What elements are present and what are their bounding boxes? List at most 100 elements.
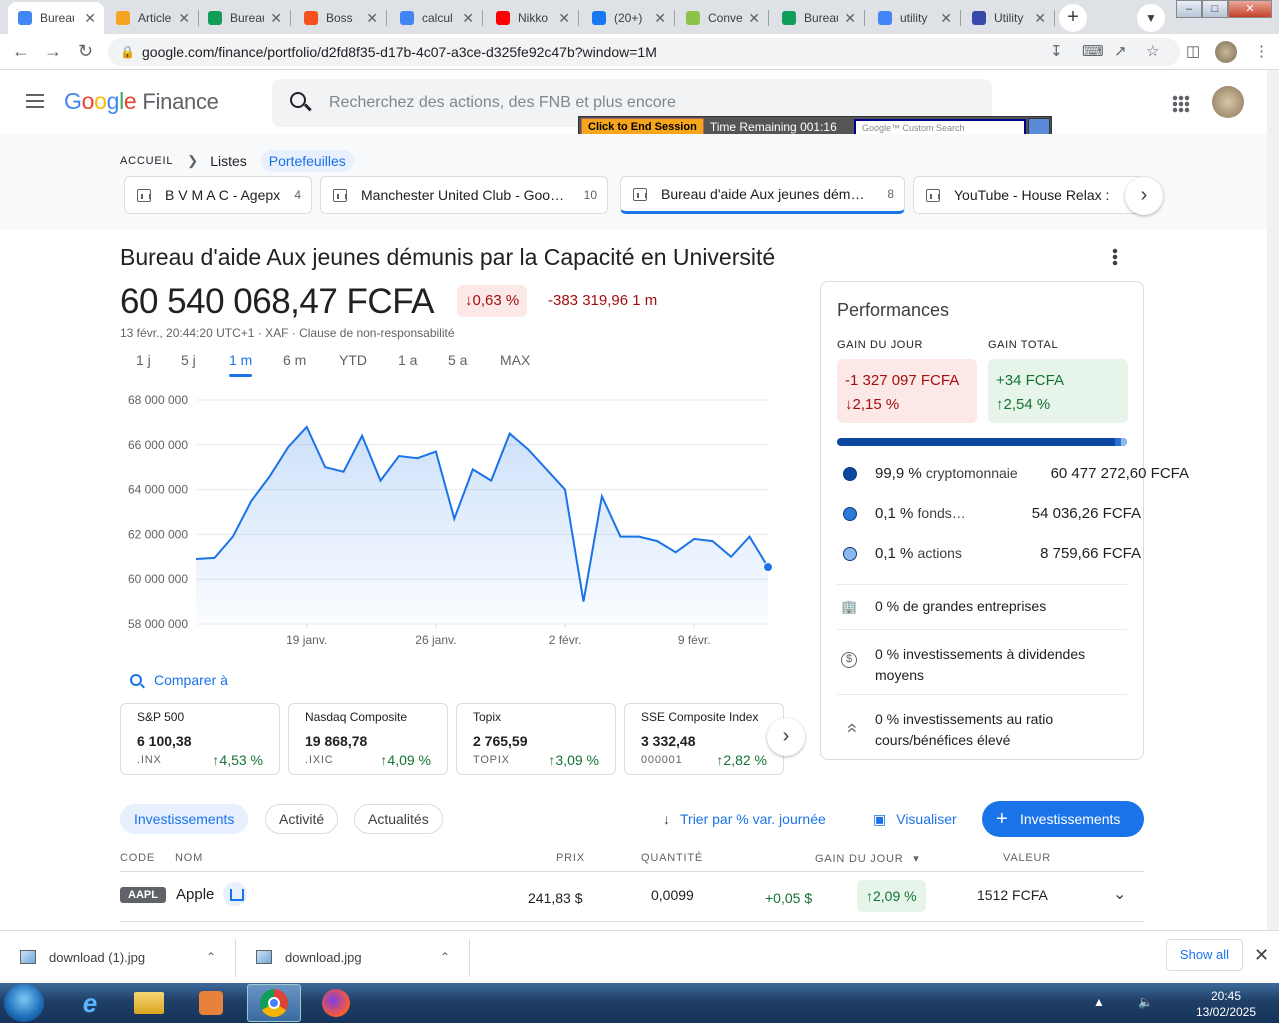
browser-menu-icon[interactable]: ⋮ (1254, 42, 1269, 60)
tab-search-button[interactable]: ▼ (1137, 4, 1165, 32)
next-indices-button[interactable]: › (767, 718, 805, 756)
tab-close-icon[interactable]: ✕ (366, 10, 378, 27)
portfolio-tab[interactable]: YouTube - House Relax : h (913, 176, 1143, 214)
browser-tab[interactable]: Bureau d'aide ✕ (8, 2, 104, 34)
portfolio-tab[interactable]: B V M A C - Agepx 4 (124, 176, 312, 214)
logo-letter: G (64, 88, 82, 114)
address-bar[interactable]: 🔒 google.com/finance/portfolio/d2fd8f35-… (108, 38, 1180, 66)
account-avatar[interactable] (1212, 86, 1244, 118)
menu-icon[interactable] (26, 94, 44, 108)
sort-button[interactable]: ↓ Trier par % var. journée (663, 811, 826, 827)
apps-grid-icon[interactable] (1172, 95, 1190, 113)
index-value: 2 765,59 (473, 733, 528, 749)
tab-close-icon[interactable]: ✕ (654, 10, 666, 27)
chart-icon[interactable] (223, 882, 247, 906)
system-clock[interactable]: 20:45 13/02/2025 (1188, 988, 1264, 1020)
range-tab[interactable]: 1 m (229, 352, 253, 377)
tab-close-icon[interactable]: ✕ (84, 10, 96, 27)
index-value: 3 332,48 (641, 733, 696, 749)
browser-tab[interactable]: Bureau ✕ (198, 4, 291, 32)
browser-tab[interactable]: Conve ✕ (676, 4, 769, 32)
tab-close-icon[interactable]: ✕ (270, 10, 282, 27)
media-player-icon[interactable] (184, 984, 238, 1022)
url-text: google.com/finance/portfolio/d2fd8f35-d1… (142, 44, 657, 60)
index-code: .IXIC (305, 754, 334, 766)
range-tab[interactable]: MAX (500, 352, 530, 368)
forward-arrow-icon[interactable]: → (44, 41, 62, 62)
chevron-up-icon[interactable]: ⌃ (206, 931, 216, 984)
side-panel-icon[interactable]: ◫ (1186, 42, 1200, 60)
add-investment-button[interactable]: + Investissements (982, 801, 1144, 837)
breadcrumb-home[interactable]: ACCUEIL (120, 155, 173, 167)
table-row[interactable]: AAPL Apple 241,83 $ 0,0099 +0,05 $ ↑2,09… (120, 872, 1144, 922)
range-tab[interactable]: 6 m (283, 352, 306, 368)
range-tab[interactable]: 1 a (398, 352, 417, 368)
next-portfolios-button[interactable]: › (1125, 177, 1163, 215)
tab-close-icon[interactable]: ✕ (178, 10, 190, 27)
portfolio-tab[interactable]: Bureau d'aide Aux jeunes dém… 8 (620, 176, 905, 214)
col-day-gain[interactable]: GAIN DU JOUR ▾ (815, 852, 920, 865)
index-change: ↑2,82 % (716, 752, 767, 768)
more-options-icon[interactable] (1112, 248, 1118, 266)
tab-close-icon[interactable]: ✕ (1034, 10, 1046, 27)
bookmark-star-icon[interactable]: ☆ (1146, 42, 1159, 60)
chevron-up-icon[interactable]: ⌃ (440, 931, 450, 984)
range-tab[interactable]: YTD (339, 352, 367, 368)
start-button[interactable] (4, 984, 44, 1022)
browser-tab[interactable]: Utility ✕ (962, 4, 1055, 32)
compare-button[interactable]: Comparer à (130, 672, 228, 688)
show-all-button[interactable]: Show all (1166, 939, 1243, 971)
tab-close-icon[interactable]: ✕ (748, 10, 760, 27)
section-chip[interactable]: Investissements (120, 804, 249, 834)
breadcrumb-portfolios[interactable]: Portefeuilles (260, 150, 354, 172)
profile-avatar[interactable] (1215, 41, 1237, 63)
index-card[interactable]: S&P 500 6 100,38 .INX ↑4,53 % (120, 703, 280, 775)
index-card[interactable]: SSE Composite Index 3 332,48 000001 ↑2,82 % (624, 703, 784, 775)
browser-tab[interactable]: calcul ✕ (390, 4, 483, 32)
section-chip[interactable]: Activité (265, 804, 339, 834)
close-window-button[interactable]: ✕ (1228, 0, 1272, 18)
tab-close-icon[interactable]: ✕ (462, 10, 474, 27)
download-item[interactable]: download.jpg ⌃ (236, 931, 470, 984)
back-arrow-icon[interactable]: ← (12, 41, 30, 62)
section-chip[interactable]: Actualités (354, 804, 443, 834)
firefox-icon[interactable] (309, 984, 363, 1022)
browser-tab[interactable]: utility ✕ (868, 4, 961, 32)
allocation-percent: 0,1 % (875, 545, 914, 562)
index-card[interactable]: Topix 2 765,59 TOPIX ↑3,09 % (456, 703, 616, 775)
reload-icon[interactable]: ↻ (78, 41, 93, 62)
volume-icon[interactable]: 🔈 (1138, 995, 1153, 1009)
breadcrumb-lists[interactable]: Listes (210, 153, 247, 169)
portfolio-tab[interactable]: Manchester United Club - Goo… 10 (320, 176, 608, 214)
new-tab-button[interactable]: + (1059, 4, 1087, 32)
page-scrollbar[interactable] (1267, 70, 1279, 930)
browser-tab[interactable]: (20+) ✕ (582, 4, 675, 32)
range-tab[interactable]: 5 a (448, 352, 467, 368)
chrome-icon[interactable] (247, 984, 301, 1022)
google-finance-logo[interactable]: Google Finance (64, 88, 219, 115)
index-value: 19 868,78 (305, 733, 368, 749)
internet-explorer-icon[interactable]: e (63, 984, 117, 1022)
range-tab[interactable]: 5 j (181, 352, 196, 368)
browser-tab[interactable]: Nikko ✕ (486, 4, 579, 32)
browser-tab[interactable]: Bureau ✕ (772, 4, 865, 32)
index-card[interactable]: Nasdaq Composite 19 868,78 .IXIC ↑4,09 % (288, 703, 448, 775)
translate-icon[interactable]: ⌨ (1082, 42, 1104, 60)
tab-close-icon[interactable]: ✕ (940, 10, 952, 27)
tab-close-icon[interactable]: ✕ (558, 10, 570, 27)
share-icon[interactable]: ↗ (1114, 42, 1127, 60)
download-item[interactable]: download (1).jpg ⌃ (0, 931, 236, 984)
file-explorer-icon[interactable] (122, 984, 176, 1022)
browser-tab[interactable]: Boss ✕ (294, 4, 387, 32)
range-tab[interactable]: 1 j (136, 352, 151, 368)
tab-close-icon[interactable]: ✕ (844, 10, 856, 27)
install-icon[interactable]: ↧ (1050, 42, 1063, 60)
show-hidden-icons[interactable]: ▲ (1093, 995, 1105, 1009)
expand-chevron-icon[interactable]: ⌄ (1113, 884, 1126, 904)
browser-tab[interactable]: Article ✕ (106, 4, 199, 32)
visualize-button[interactable]: ▣ Visualiser (873, 811, 957, 828)
close-icon[interactable]: ✕ (1254, 945, 1269, 966)
maximize-button[interactable]: □ (1202, 0, 1228, 18)
minimize-button[interactable]: – (1176, 0, 1202, 18)
portfolio-chart[interactable]: 68 000 000 66 000 000 64 000 000 62 000 000… (120, 388, 780, 658)
